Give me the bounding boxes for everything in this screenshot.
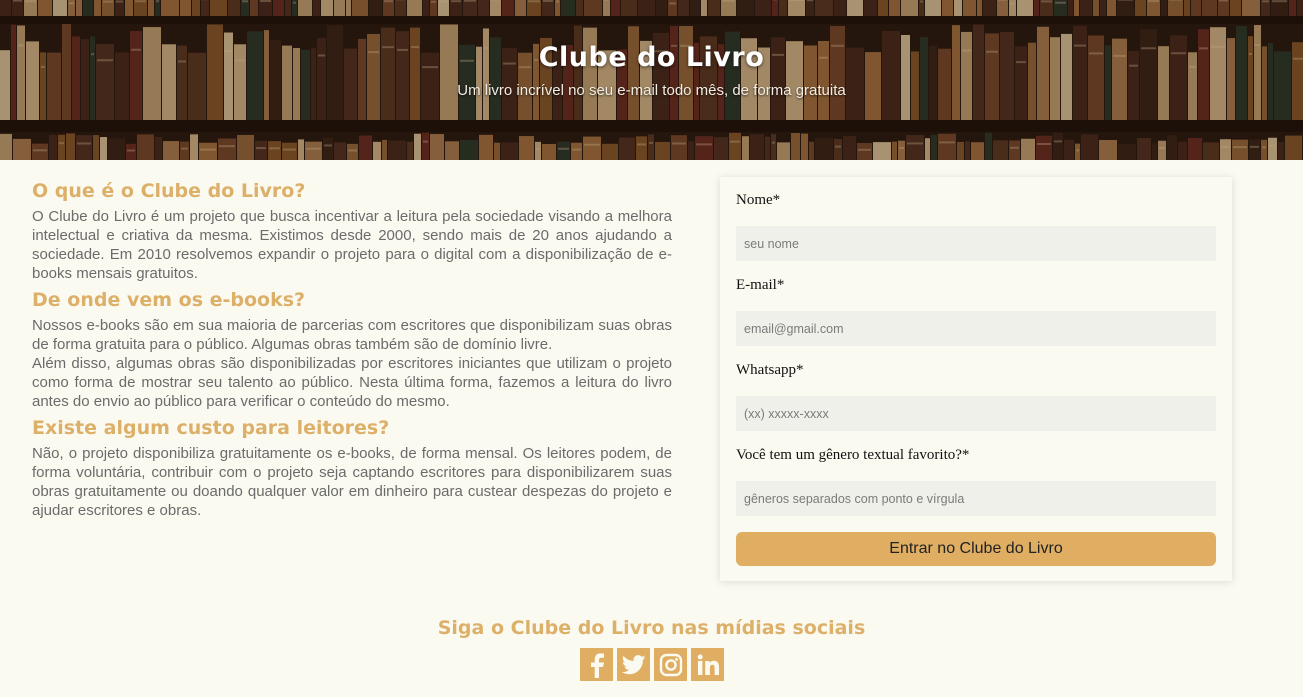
email-input[interactable]	[736, 311, 1216, 346]
section-title: Existe algum custo para leitores?	[32, 417, 390, 439]
section-title: De onde vem os e-books?	[32, 289, 306, 311]
faq-section-what: O que é o Clube do Livro? O Clube do Liv…	[32, 178, 672, 283]
section-paragraph: O Clube do Livro é um projeto que busca …	[32, 208, 672, 282]
section-paragraph: Além disso, algumas obras são disponibil…	[32, 355, 672, 410]
instagram-icon[interactable]	[654, 648, 687, 681]
faq-section-ebooks: De onde vem os e-books? Nossos e-books s…	[32, 287, 672, 411]
section-title: O que é o Clube do Livro?	[32, 180, 306, 202]
facebook-icon[interactable]	[580, 648, 613, 681]
section-paragraph: Nossos e-books são em sua maioria de par…	[32, 317, 672, 353]
section-paragraph: Não, o projeto disponibiliza gratuitamen…	[32, 445, 672, 519]
name-input[interactable]	[736, 226, 1216, 261]
page-subtitle: Um livro incrível no seu e-mail todo mês…	[457, 82, 846, 99]
genre-label: Você tem um gênero textual favorito?*	[736, 447, 970, 463]
email-label: E-mail*	[736, 277, 785, 293]
faq-section-cost: Existe algum custo para leitores? Não, o…	[32, 415, 672, 520]
whatsapp-input[interactable]	[736, 396, 1216, 431]
page-title: Clube do Livro	[538, 42, 765, 73]
hero-banner: Clube do Livro Um livro incrível no seu …	[0, 0, 1303, 160]
twitter-icon[interactable]	[617, 648, 650, 681]
whatsapp-label: Whatsapp*	[736, 362, 804, 378]
name-label: Nome*	[736, 192, 781, 208]
genre-input[interactable]	[736, 481, 1216, 516]
about-content: O que é o Clube do Livro? O Clube do Liv…	[32, 178, 672, 524]
linkedin-icon[interactable]	[691, 648, 724, 681]
join-club-button[interactable]: Entrar no Clube do Livro	[736, 532, 1216, 566]
signup-form: Nome* E-mail* Whatsapp* Você tem um gêne…	[720, 177, 1232, 581]
social-heading: Siga o Clube do Livro nas mídias sociais	[437, 617, 866, 639]
social-links	[580, 648, 724, 681]
hero-overlay	[0, 0, 1303, 160]
